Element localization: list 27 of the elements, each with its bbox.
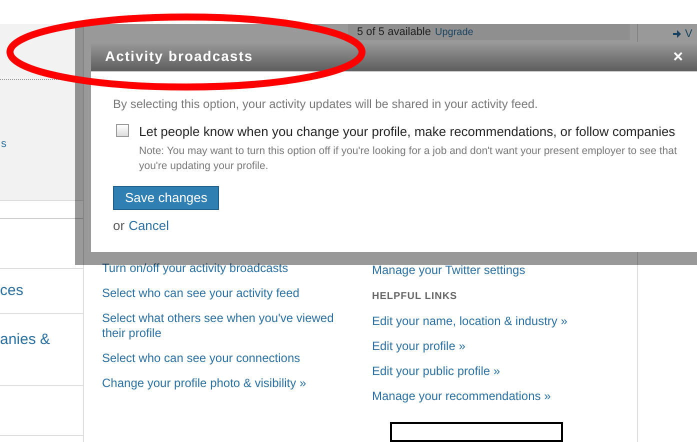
settings-link[interactable]: Turn on/off your activity broadcasts	[102, 261, 360, 276]
twitter-settings-link[interactable]: Manage your Twitter settings	[372, 261, 568, 279]
arrow-icon	[673, 30, 681, 38]
checkbox[interactable]	[116, 124, 129, 137]
cancel-link[interactable]: Cancel	[128, 216, 170, 236]
or-text: or	[113, 216, 125, 235]
sidebar-item[interactable]: anies &	[0, 331, 50, 348]
sidebar-item[interactable]: ces	[0, 280, 24, 302]
dialog-description: By selecting this option, your activity updates will be shared in your activity feed.	[113, 96, 539, 113]
close-button[interactable]: ×	[673, 48, 683, 65]
settings-link[interactable]: Select what others see when you've viewed their profile	[102, 311, 360, 341]
upgrade-link[interactable]: Upgrade	[435, 24, 474, 40]
sidebar-link[interactable]: s	[0, 136, 83, 152]
settings-link[interactable]: Change your profile photo & visibility »	[102, 376, 360, 391]
availability-text: 5 of 5 available	[357, 24, 431, 40]
helpful-link[interactable]: Manage your recommendations »	[372, 389, 568, 404]
option-note: Note: You may want to turn this option off if you're looking for a job and don't want your present employer to see that you're updating your profile.	[139, 144, 678, 174]
helpful-link[interactable]: Edit your name, location & industry »	[372, 314, 568, 329]
checkbox-label: Let people know when you change your profile, make recommendations, or follow companies	[139, 123, 676, 141]
settings-link[interactable]: Select who can see your activity feed	[102, 286, 360, 301]
helpful-links-heading: HELPFUL LINKS	[372, 290, 458, 304]
settings-link[interactable]: Select who can see your connections	[102, 351, 360, 366]
dialog-title: Activity broadcasts	[105, 47, 254, 66]
side-link[interactable]: V	[685, 26, 692, 42]
helpful-link[interactable]: Edit your profile »	[372, 339, 568, 354]
save-changes-button[interactable]: Save changes	[113, 186, 220, 210]
helpful-link[interactable]: Edit your public profile »	[372, 364, 568, 379]
